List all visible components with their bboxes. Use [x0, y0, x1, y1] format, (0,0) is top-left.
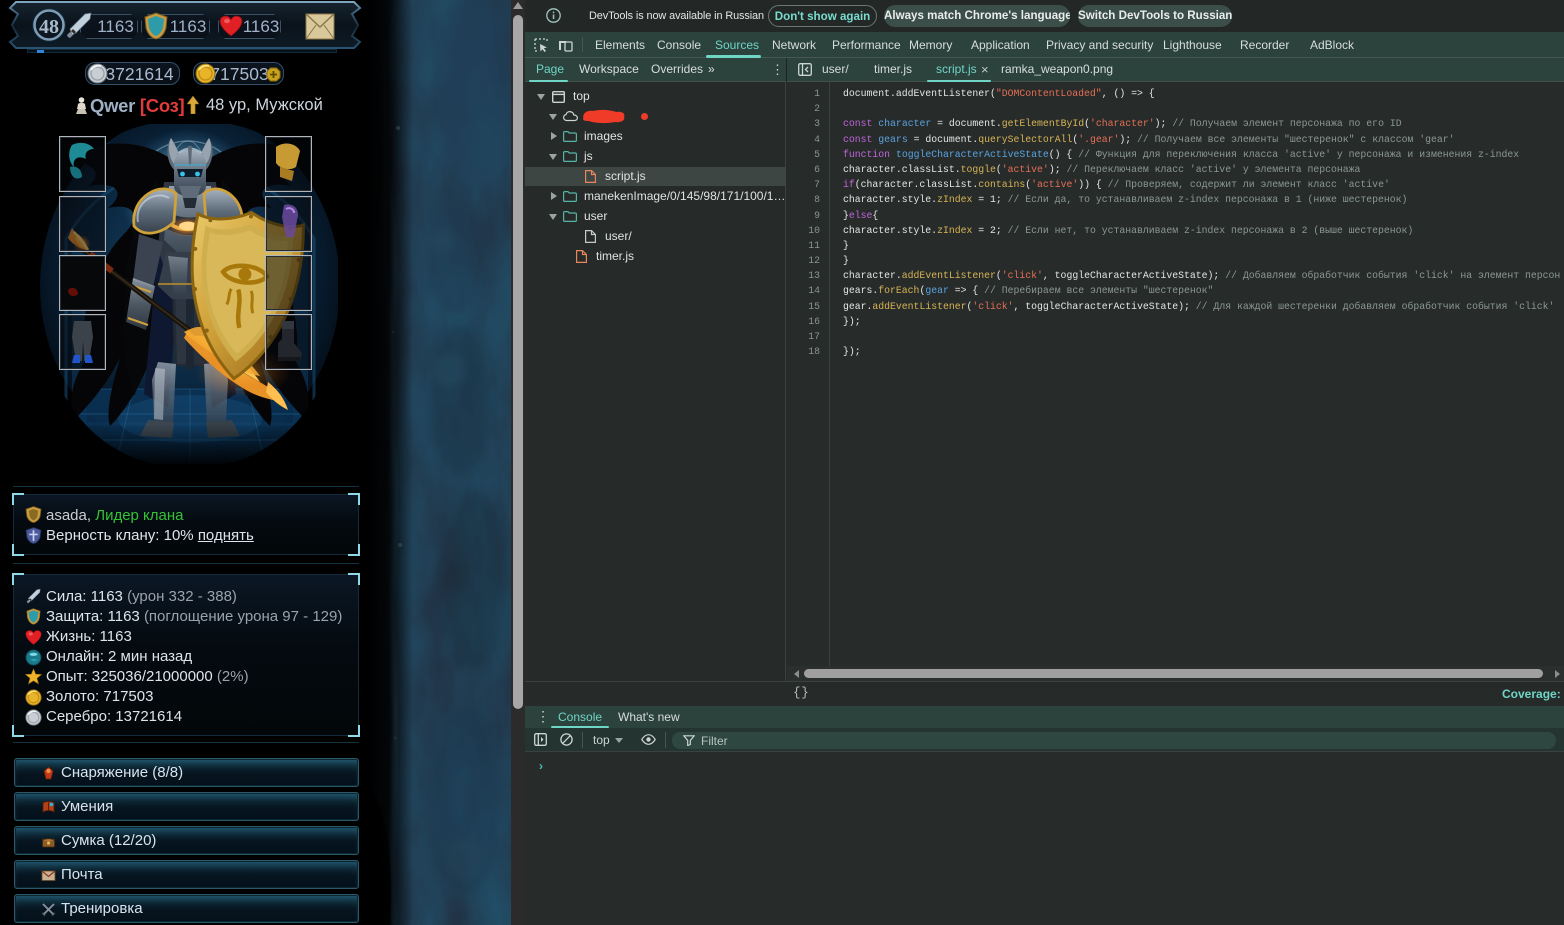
svg-text:48: 48: [39, 16, 59, 38]
